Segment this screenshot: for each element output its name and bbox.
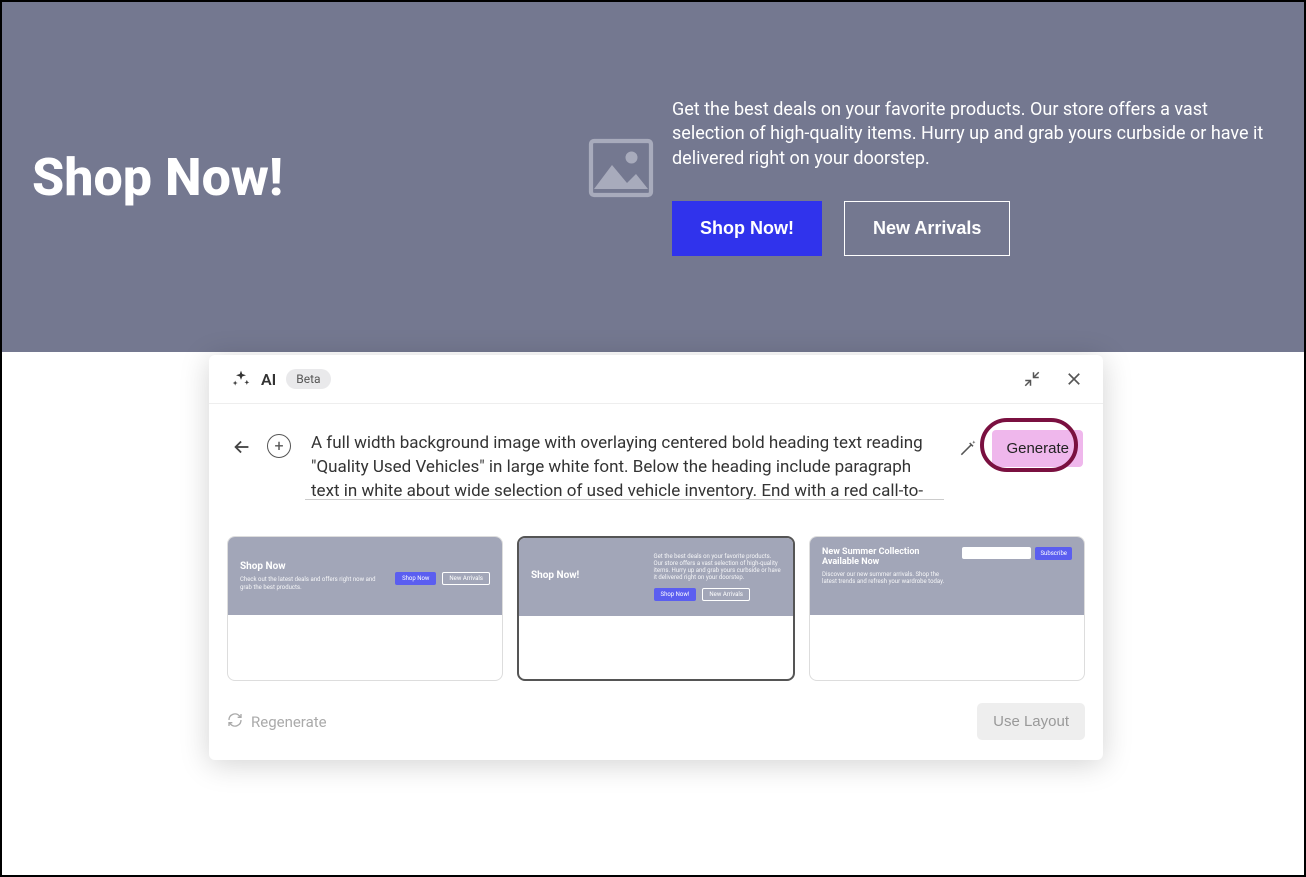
- card1-desc: Check out the latest deals and offers ri…: [240, 576, 377, 590]
- hero-section: Shop Now! Get the best deals on your fav…: [2, 2, 1304, 352]
- new-arrivals-button[interactable]: New Arrivals: [844, 201, 1010, 256]
- ai-panel: AI Beta +: [209, 355, 1103, 760]
- card2-primary: Shop Now!: [654, 588, 697, 601]
- hero-copy-block: Get the best deals on your favorite prod…: [672, 98, 1274, 256]
- shop-now-button[interactable]: Shop Now!: [672, 201, 822, 256]
- card3-title: New Summer Collection Available Now: [822, 547, 954, 567]
- card3-desc: Discover our new summer arrivals. Shop t…: [822, 571, 954, 585]
- card1-secondary: New Arrivals: [442, 572, 490, 585]
- magic-wand-icon[interactable]: [958, 438, 978, 458]
- card3-subscribe: Subscribe: [1035, 547, 1072, 560]
- card1-primary: Shop Now: [395, 572, 436, 585]
- ai-panel-header: AI Beta: [209, 355, 1103, 404]
- image-placeholder-icon: [582, 132, 660, 204]
- close-icon[interactable]: [1065, 370, 1083, 388]
- generate-button[interactable]: Generate: [992, 430, 1083, 467]
- ai-header-right: [1023, 370, 1083, 388]
- regenerate-button[interactable]: Regenerate: [227, 712, 327, 732]
- card2-title: Shop Now!: [531, 570, 644, 581]
- prompt-input[interactable]: [305, 428, 944, 500]
- refresh-icon: [227, 712, 243, 732]
- card2-secondary: New Arrivals: [702, 588, 750, 601]
- prompt-row: + Generate: [209, 404, 1103, 516]
- collapse-icon[interactable]: [1023, 370, 1041, 388]
- layout-options: Shop Now Check out the latest deals and …: [209, 516, 1103, 691]
- sparkle-icon: [231, 369, 251, 389]
- layout-card-2[interactable]: Shop Now! Get the best deals on your fav…: [517, 536, 795, 681]
- back-arrow-icon[interactable]: [231, 436, 253, 458]
- regenerate-label: Regenerate: [251, 713, 327, 731]
- ai-header-left: AI Beta: [231, 369, 331, 389]
- layout-card-3[interactable]: New Summer Collection Available Now Disc…: [809, 536, 1085, 681]
- card3-input: [962, 547, 1031, 559]
- ai-label: AI: [261, 370, 276, 389]
- use-layout-button[interactable]: Use Layout: [977, 703, 1085, 740]
- beta-badge: Beta: [286, 369, 330, 389]
- card1-title: Shop Now: [240, 561, 377, 572]
- ai-panel-footer: Regenerate Use Layout: [209, 691, 1103, 760]
- hero-right: Get the best deals on your favorite prod…: [582, 98, 1274, 256]
- hero-buttons: Shop Now! New Arrivals: [672, 201, 1274, 256]
- hero-title: Shop Now!: [32, 147, 582, 208]
- card2-desc: Get the best deals on your favorite prod…: [654, 553, 782, 582]
- add-icon[interactable]: +: [267, 434, 291, 458]
- hero-description: Get the best deals on your favorite prod…: [672, 98, 1274, 171]
- layout-card-1[interactable]: Shop Now Check out the latest deals and …: [227, 536, 503, 681]
